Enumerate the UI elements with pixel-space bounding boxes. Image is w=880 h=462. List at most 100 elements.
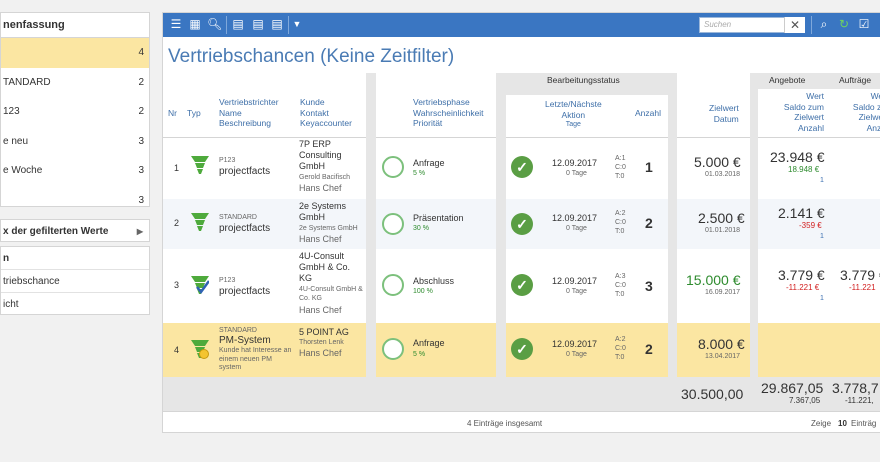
calendar-month-icon[interactable]: ▤ (270, 17, 284, 32)
chevron-down-icon[interactable]: ▼ (290, 17, 304, 32)
offer-value: 3.779 € (778, 267, 825, 283)
phase-name: Präsentation (413, 213, 464, 223)
item-count: 2 (138, 106, 144, 117)
phase-name: Anfrage (413, 338, 445, 348)
probability: 30 % (413, 225, 429, 232)
filtered-values-panel[interactable]: x der gefilterten Werte ▶ (0, 219, 150, 242)
offer-value: 2.141 € (778, 205, 825, 221)
checklist-icon[interactable]: ☑ (857, 17, 871, 32)
phase-icon (382, 338, 404, 360)
sidebar: nenfassung 4 TANDARD 2 123 2 e neu 3 e Woch… (0, 0, 151, 462)
order-balance: -11.221 (849, 283, 876, 292)
key-accounter: Hans Chef (299, 183, 342, 193)
target-date: 16.09.2017 (705, 289, 741, 296)
check-icon: ✓ (511, 274, 533, 296)
funnel-name[interactable]: projectfacts (219, 223, 270, 235)
summary-panel: nenfassung 4 TANDARD 2 123 2 e neu 3 e Woch… (0, 12, 150, 207)
offer-balance: -11.221 € (786, 283, 820, 292)
probability: 5 % (413, 351, 426, 358)
column-band (668, 137, 677, 377)
phase-name: Anfrage (413, 158, 445, 168)
col-vertriebstrichter[interactable]: Vertriebstrichter Name Beschreibung (219, 97, 279, 129)
probability: 5 % (413, 170, 426, 177)
page-size-suffix: Einträg (851, 419, 877, 428)
group-bearbeitungsstatus: Bearbeitungsstatus (547, 75, 620, 85)
sidebar-item-neu[interactable]: e neu 3 (1, 127, 149, 157)
funnel-name[interactable]: projectfacts (219, 166, 270, 178)
item-count: 2 (138, 76, 144, 88)
calendar-day-icon[interactable]: ▤ (231, 17, 245, 32)
total-orders: 3.778,7 (832, 380, 879, 396)
page-title: Vertriebschancen (Keine Zeitfilter) (168, 46, 455, 67)
item-count: 4 (138, 47, 144, 58)
col-angebote[interactable]: Wert Saldo zum Zielwert Anzahl (765, 91, 824, 133)
target-date: 01.01.2018 (705, 227, 741, 234)
actions-panel: n triebschance icht (0, 246, 150, 315)
contact-name: Gerold Bacifisch (299, 174, 350, 181)
sidebar-item-all[interactable]: 4 (1, 38, 149, 68)
col-zielwert[interactable]: Zielwert Datum (709, 103, 739, 124)
offer-balance: 18.948 € (788, 165, 820, 174)
col-auftraege[interactable]: WerSaldo zuZielwerAnza (841, 91, 880, 133)
col-kunde[interactable]: Kunde Kontakt Keyaccounter (300, 97, 352, 129)
col-aktion[interactable]: Letzte/Nächste Aktion Tage (545, 99, 602, 131)
acd-counts: A:2 C:0 T:0 (615, 210, 626, 235)
customer-name[interactable]: 2e Systems GmbH (299, 201, 361, 223)
phase-icon (382, 156, 404, 178)
sidebar-item-p123[interactable]: 123 2 (1, 97, 149, 127)
customer-name[interactable]: 5 POINT AG (299, 327, 349, 337)
funnel-description: Kunde hat Interesse an einem neuen PM sy… (219, 347, 292, 371)
filtered-values-toggle[interactable]: x der gefilterten Werte ▶ (1, 220, 149, 243)
col-anzahl[interactable]: Anzahl (635, 108, 661, 119)
link-bericht[interactable]: icht (1, 293, 149, 316)
funnel-name[interactable]: projectfacts (219, 286, 270, 298)
calendar-week-icon[interactable]: ▤ (251, 17, 265, 32)
page-size-label: Zeige (811, 419, 832, 428)
contact-name: Thorsten Lenk (299, 339, 344, 346)
customer-name[interactable]: 4U-Consult GmbH & Co. KG (299, 251, 361, 284)
search-icon[interactable]: ⌕ (817, 17, 831, 32)
refresh-icon[interactable]: ↻ (837, 17, 851, 32)
group-angebote: Angebote (769, 75, 806, 85)
item-count: 3 (138, 135, 144, 147)
action-days: 0 Tage (566, 351, 587, 358)
funnel-check-icon (191, 276, 209, 295)
action-days: 0 Tage (566, 225, 587, 232)
clear-search-icon[interactable]: ✕ (784, 17, 805, 33)
col-typ[interactable]: Typ (187, 108, 201, 119)
item-count: 3 (138, 165, 144, 176)
detail-view-icon[interactable]: 🔍︎ (207, 17, 222, 32)
total-orders-balance: -11.221, (845, 396, 874, 405)
row-nr: 1 (174, 163, 180, 173)
target-value: 8.000 € (698, 336, 745, 352)
column-band (750, 137, 758, 377)
target-value: 15.000 € (686, 272, 741, 288)
toolbar-divider (811, 16, 812, 34)
funnel-type: STANDARD (219, 327, 257, 334)
phase-icon (382, 274, 404, 296)
sidebar-item-other[interactable]: 3 (1, 186, 149, 216)
row-nr: 2 (174, 218, 180, 228)
funnel-name[interactable]: PM-System (219, 335, 271, 347)
check-icon: ✓ (511, 156, 533, 178)
funnel-icon (191, 213, 209, 231)
summary-header: nenfassung (1, 13, 149, 38)
contact-name: 2e Systems GmbH (299, 225, 358, 232)
customer-name[interactable]: 7P ERP Consulting GmbH (299, 139, 361, 172)
link-vertriebschance[interactable]: triebschance (1, 270, 149, 293)
page-size-select[interactable]: 10 (838, 419, 847, 428)
sidebar-item-standard[interactable]: TANDARD 2 (1, 68, 149, 98)
col-vertriebsphase[interactable]: Vertriebsphase Wahrscheinlichkeit Prioritä… (413, 97, 484, 129)
sidebar-item-woche[interactable]: e Woche 3 (1, 156, 149, 186)
acd-counts: A:2 C:0 T:0 (615, 336, 626, 361)
action-date: 12.09.2017 (552, 339, 598, 349)
funnel-icon (191, 156, 209, 174)
funnel-type: P123 (219, 157, 236, 164)
col-nr[interactable]: Nr (168, 108, 177, 119)
toolbar-divider (288, 16, 289, 34)
list-view-icon[interactable]: ☰ (169, 17, 183, 32)
item-count: 3 (138, 194, 144, 206)
target-value: 5.000 € (694, 154, 741, 170)
table-view-icon[interactable]: ▦ (188, 17, 202, 32)
entries-total: 4 Einträge insgesamt (467, 419, 543, 428)
